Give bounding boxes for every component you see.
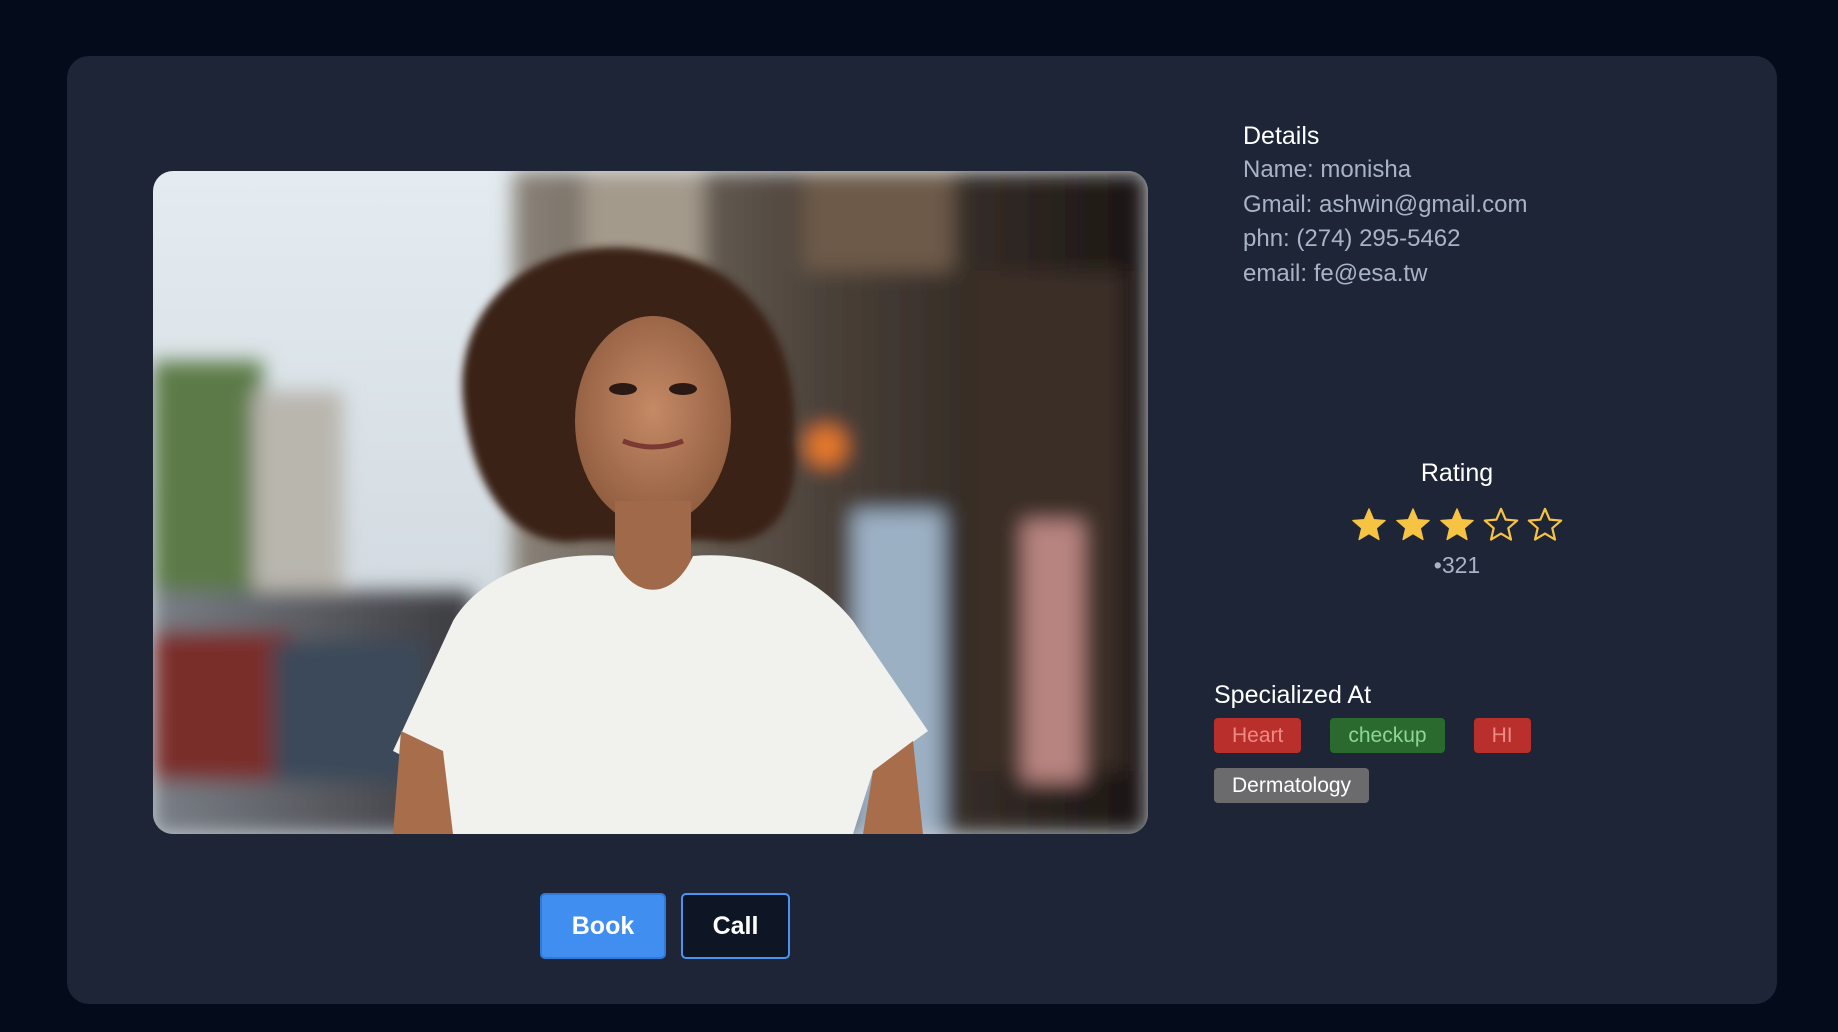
- rating-stars: [1307, 506, 1607, 546]
- specialty-tags: Heart checkup HI Dermatology: [1214, 718, 1574, 803]
- details-name: Name: monisha: [1243, 156, 1412, 183]
- details-section: Details Name: monisha Gmail: ashwin@gmai…: [1243, 119, 1683, 291]
- star-filled-icon: [1352, 508, 1386, 541]
- specialty-tag: Heart: [1214, 718, 1302, 753]
- star-filled-icon: [1396, 508, 1430, 541]
- call-button[interactable]: Call: [681, 893, 790, 959]
- details-email: email: fe@esa.tw: [1243, 259, 1428, 287]
- specialty-tag: HI: [1473, 718, 1531, 753]
- star-filled-icon: [1440, 508, 1474, 541]
- portrait-photo-image: [153, 171, 1148, 834]
- details-gmail: Gmail: ashwin@gmail.com: [1243, 190, 1528, 218]
- details-title: Details: [1243, 122, 1320, 150]
- specialty-tag: checkup: [1330, 718, 1445, 753]
- profile-card: Book Call Details Name: monisha Gmail: a…: [67, 56, 1777, 1004]
- star-empty-icon: [1483, 507, 1519, 541]
- specialty-tag: Dermatology: [1214, 768, 1370, 803]
- details-phone: phn: (274) 295-5462: [1243, 225, 1461, 252]
- rating-count: •321: [1433, 552, 1481, 578]
- rating-section: Rating •321: [1307, 456, 1607, 580]
- specialized-title: Specialized At: [1214, 681, 1372, 709]
- book-button[interactable]: Book: [540, 893, 666, 959]
- specialized-section: Specialized At Heart checkup HI Dermatology: [1214, 678, 1634, 803]
- star-empty-icon: [1527, 507, 1563, 541]
- rating-title: Rating: [1420, 459, 1494, 487]
- profile-photo: [153, 171, 1148, 834]
